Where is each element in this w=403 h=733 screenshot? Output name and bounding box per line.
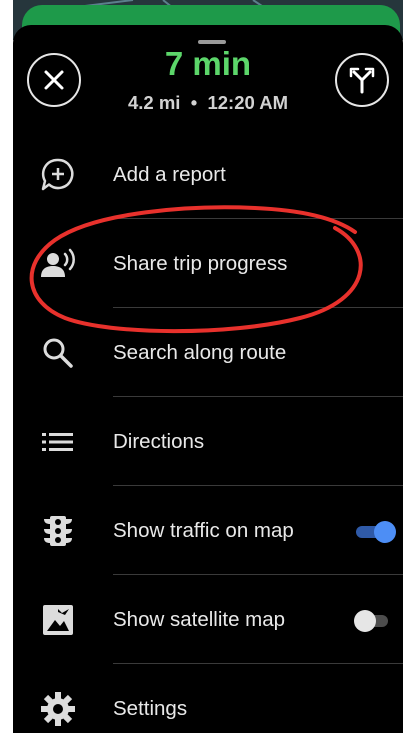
menu-item-share-trip[interactable]: Share trip progress <box>13 219 403 308</box>
separator-dot: • <box>190 92 198 113</box>
search-icon <box>37 332 79 374</box>
drag-handle[interactable] <box>198 40 226 44</box>
show-satellite-label: Show satellite map <box>113 607 286 631</box>
show-traffic-label: Show traffic on map <box>113 518 294 542</box>
gear-icon <box>37 688 79 730</box>
settings-label: Settings <box>113 696 188 720</box>
menu-item-settings[interactable]: Settings <box>13 664 403 733</box>
satellite-toggle[interactable] <box>354 609 396 632</box>
options-menu: Add a report Share trip progress Search … <box>13 130 403 733</box>
add-report-icon <box>37 154 79 196</box>
list-icon <box>37 421 79 463</box>
add-report-label: Add a report <box>113 162 226 186</box>
route-options-sheet: 7 min 4.2 mi • 12:20 AM Add a report Sha… <box>13 25 403 733</box>
menu-item-search-route[interactable]: Search along route <box>13 308 403 397</box>
toggle-thumb <box>374 520 396 543</box>
menu-item-show-traffic[interactable]: Show traffic on map <box>13 486 403 575</box>
menu-item-add-report[interactable]: Add a report <box>13 130 403 219</box>
traffic-light-icon <box>37 510 79 552</box>
satellite-image-icon <box>37 599 79 641</box>
share-trip-icon <box>37 243 79 285</box>
menu-item-show-satellite[interactable]: Show satellite map <box>13 575 403 664</box>
share-trip-label: Share trip progress <box>113 251 288 275</box>
toggle-thumb <box>354 609 376 632</box>
directions-label: Directions <box>113 429 205 453</box>
search-route-label: Search along route <box>113 340 287 364</box>
fork-route-icon <box>349 67 375 94</box>
traffic-toggle[interactable] <box>356 520 396 543</box>
trip-distance: 4.2 mi <box>127 92 181 113</box>
arrival-time: 12:20 AM <box>207 92 289 113</box>
alternate-routes-button[interactable] <box>335 53 389 107</box>
menu-item-directions[interactable]: Directions <box>13 397 403 486</box>
